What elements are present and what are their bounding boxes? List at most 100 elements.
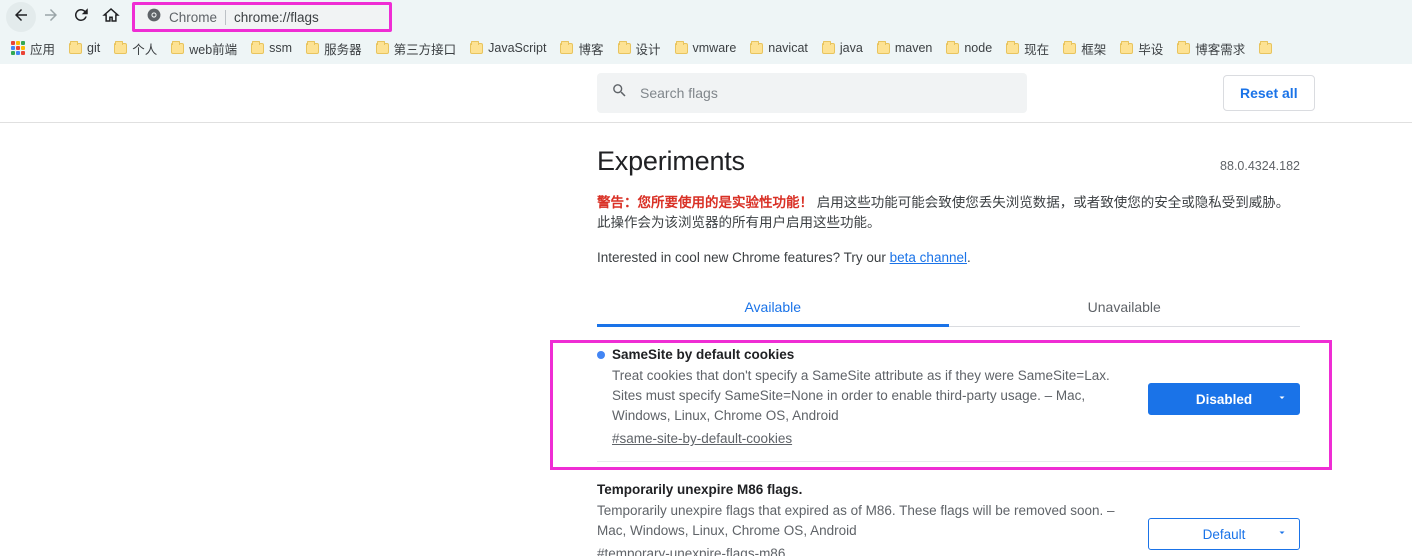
reload-button[interactable] [66,2,96,32]
bookmark-item[interactable]: ssm [244,38,299,58]
flag-row: Temporarily unexpire M86 flags. Temporari… [597,461,1300,556]
bookmark-label: 博客需求 [1195,42,1246,57]
bookmark-label: maven [894,41,933,55]
flags-page-header: Reset all [0,64,1412,123]
reset-all-button[interactable]: Reset all [1223,75,1315,111]
folder-icon [1120,40,1134,54]
folder-icon [171,40,185,54]
omnibox-chip-label: Chrome [169,9,218,25]
flag-title-label: SameSite by default cookies [612,347,795,362]
flag-state-select[interactable]: Disabled [1148,383,1300,415]
bookmark-item[interactable]: web前端 [164,36,244,61]
bookmark-label: 框架 [1081,42,1107,57]
bookmark-item[interactable]: 个人 [107,36,164,61]
folder-icon [69,40,83,54]
bookmark-label: 应用 [30,42,56,57]
flag-title-label: Temporarily unexpire M86 flags. [597,482,803,497]
beta-channel-link[interactable]: beta channel [890,250,967,265]
back-button[interactable] [6,2,36,32]
bookmark-label: vmware [692,41,737,55]
flag-text: Temporarily unexpire M86 flags. Temporari… [597,482,1148,556]
chrome-version: 88.0.4324.182 [1220,159,1300,173]
bookmark-item[interactable]: 毕设 [1113,36,1170,61]
bookmark-item[interactable]: node [939,38,999,58]
folder-icon [1063,40,1077,54]
search-icon [611,82,628,104]
flag-title: Temporarily unexpire M86 flags. [597,482,1124,497]
bookmark-item[interactable]: java [815,38,870,58]
folder-icon [617,40,631,54]
folder-icon [306,40,320,54]
flag-row: SameSite by default cookies Treat cookies… [597,327,1300,448]
apps-grid-icon [11,41,25,55]
address-bar-highlight: Chrome chrome://flags [132,2,392,32]
address-bar[interactable]: Chrome chrome://flags [137,5,387,29]
folder-icon [251,40,265,54]
flag-state-select[interactable]: Default [1148,518,1300,550]
search-input[interactable] [640,85,1013,101]
bookmark-item[interactable]: 服务器 [299,36,369,61]
folder-icon [1177,40,1191,54]
folder-icon [375,40,389,54]
tab-available[interactable]: Available [597,287,949,327]
flag-title: SameSite by default cookies [597,347,1124,362]
folder-icon [114,40,128,54]
folder-icon [560,40,574,54]
flag-permalink[interactable]: #temporary-unexpire-flags-m86 [597,546,785,556]
flag-permalink[interactable]: #same-site-by-default-cookies [597,431,792,446]
experiments-warning: 警告：您所要使用的是实验性功能！ 启用这些功能可能会致使您丢失浏览数据，或者致使… [597,193,1300,233]
bookmark-label: 现在 [1024,42,1050,57]
bookmark-label: 博客 [578,42,604,57]
home-icon [102,6,120,29]
tab-unavailable[interactable]: Unavailable [949,287,1301,326]
bookmark-item[interactable]: 博客 [553,36,610,61]
folder-icon [1259,40,1273,54]
bookmark-item[interactable]: JavaScript [463,38,553,58]
forward-arrow-icon [42,6,60,29]
folder-icon [876,40,890,54]
home-button[interactable] [96,2,126,32]
title-row: Experiments 88.0.4324.182 [597,123,1300,177]
bookmark-item[interactable]: 应用 [4,36,62,61]
search-flags-box[interactable] [597,73,1027,113]
flag-description: Temporarily unexpire flags that expired … [597,503,1115,538]
bookmark-item[interactable]: navicat [743,38,815,58]
bookmarks-bar: 应用 git 个人 web前端 ssm 服务器 第三方接口 JavaScript 博客 设计 vmw… [0,34,1412,62]
forward-button[interactable] [36,2,66,32]
bookmark-item[interactable]: 设计 [611,36,668,61]
bookmark-item[interactable]: 现在 [999,36,1056,61]
flag-state-value: Disabled [1195,391,1253,407]
modified-dot-icon [597,350,605,359]
bookmark-label: web前端 [189,42,238,57]
flag-text: SameSite by default cookies Treat cookies… [597,347,1148,448]
folder-icon [470,40,484,54]
bookmark-item[interactable]: 博客需求 [1170,36,1252,61]
flag-state-value: Default [1202,526,1246,542]
warning-prefix: 警告：您所要使用的是实验性功能！ [597,195,813,210]
bookmark-label: 设计 [635,42,661,57]
flag-description: Treat cookies that don't specify a SameS… [612,368,1110,423]
beta-prefix: Interested in cool new Chrome features? … [597,250,890,265]
folder-icon [674,40,688,54]
chevron-down-icon [1276,527,1288,542]
folder-icon [946,40,960,54]
chrome-logo-icon [147,8,161,27]
bookmark-item[interactable]: vmware [668,38,744,58]
bookmark-label: 个人 [132,42,158,57]
page-title: Experiments [597,146,745,176]
bookmark-item[interactable]: maven [870,38,940,58]
reload-icon [72,6,90,29]
omnibox-divider [225,9,227,25]
flags-list: SameSite by default cookies Treat cookies… [597,327,1300,556]
bookmark-label: java [839,41,863,55]
bookmark-item[interactable]: git [62,38,107,58]
bookmark-item[interactable]: 第三方接口 [369,36,464,61]
bookmark-label: JavaScript [488,41,547,55]
bookmark-label: ssm [269,41,293,55]
bookmark-item[interactable] [1252,40,1279,57]
beta-channel-line: Interested in cool new Chrome features? … [597,250,1300,265]
bookmark-label: 第三方接口 [393,42,457,57]
back-arrow-icon [12,6,30,29]
browser-chrome: Chrome chrome://flags 应用 git 个人 web前端 ssm 服务器… [0,0,1412,64]
bookmark-item[interactable]: 框架 [1056,36,1113,61]
